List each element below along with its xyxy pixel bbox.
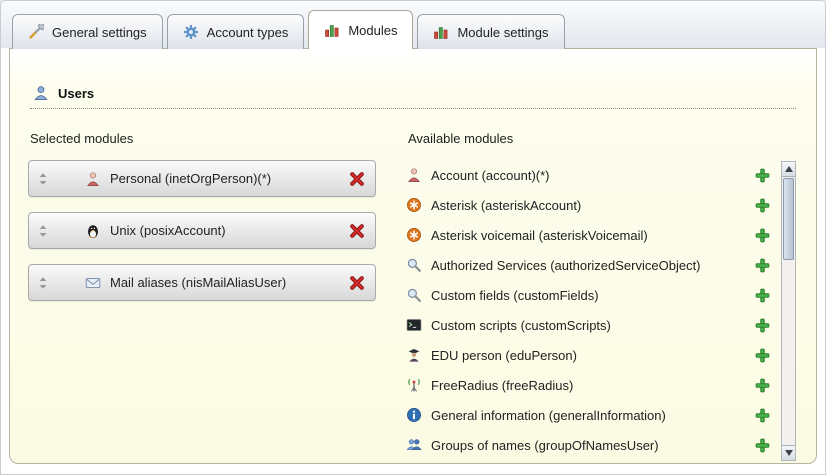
- edu-icon: [406, 347, 422, 363]
- remove-module-button[interactable]: [349, 275, 365, 291]
- selected-module-label: Mail aliases (nisMailAliasUser): [110, 275, 286, 290]
- available-modules-list: Account (account)(*) Asterisk (asteriskAc…: [406, 160, 770, 460]
- tab-account-types[interactable]: Account types: [167, 14, 305, 49]
- magnifier-icon: [406, 257, 422, 273]
- selected-modules-list: Personal (inetOrgPerson)(*) Unix (posixAc…: [28, 160, 390, 301]
- available-module-label: EDU person (eduPerson): [431, 348, 577, 363]
- chart-icon: [433, 24, 449, 40]
- scrollbar-thumb[interactable]: [783, 178, 794, 260]
- available-module-row: FreeRadius (freeRadius): [406, 370, 770, 400]
- available-module-label: Custom scripts (customScripts): [431, 318, 611, 333]
- available-module-row: Custom fields (customFields): [406, 280, 770, 310]
- tab-label: General settings: [52, 25, 147, 40]
- available-module-label: General information (generalInformation): [431, 408, 666, 423]
- add-module-button[interactable]: [755, 288, 770, 303]
- arrow-down-icon: [785, 450, 793, 456]
- section-title: Users: [58, 86, 94, 101]
- drag-handle-icon[interactable]: [37, 171, 49, 187]
- available-module-row: EDU person (eduPerson): [406, 340, 770, 370]
- asterisk-icon: [406, 197, 422, 213]
- tab-strip: General settings Account types Modules Modu…: [1, 1, 825, 48]
- add-module-button[interactable]: [755, 378, 770, 393]
- module-columns: Selected modules Personal (inetOrgPerson…: [10, 109, 816, 460]
- radio-icon: [406, 377, 422, 393]
- available-module-row: General information (generalInformation): [406, 400, 770, 430]
- add-module-button[interactable]: [755, 318, 770, 333]
- chart-icon: [324, 22, 340, 38]
- available-module-row: Custom scripts (customScripts): [406, 310, 770, 340]
- available-modules-scrollbar[interactable]: [781, 161, 796, 461]
- selected-module-row[interactable]: Personal (inetOrgPerson)(*): [28, 160, 376, 197]
- add-module-button[interactable]: [755, 348, 770, 363]
- wrench-icon: [28, 24, 44, 40]
- remove-module-button[interactable]: [349, 223, 365, 239]
- available-module-label: Account (account)(*): [431, 168, 550, 183]
- add-module-button[interactable]: [755, 438, 770, 453]
- user-icon: [33, 85, 49, 101]
- tab-label: Account types: [207, 25, 289, 40]
- available-modules-column: Available modules Account (account)(*) As…: [406, 131, 796, 460]
- lam-configuration-window: General settings Account types Modules Modu…: [0, 0, 826, 475]
- available-module-row: Authorized Services (authorizedServiceOb…: [406, 250, 770, 280]
- available-module-label: Authorized Services (authorizedServiceOb…: [431, 258, 701, 273]
- script-icon: [406, 317, 422, 333]
- available-module-label: Custom fields (customFields): [431, 288, 599, 303]
- selected-modules-column: Selected modules Personal (inetOrgPerson…: [28, 131, 390, 460]
- add-module-button[interactable]: [755, 228, 770, 243]
- drag-handle-icon[interactable]: [37, 223, 49, 239]
- selected-module-row[interactable]: Mail aliases (nisMailAliasUser): [28, 264, 376, 301]
- tab-modules[interactable]: Modules: [308, 10, 413, 49]
- gear-icon: [183, 24, 199, 40]
- tab-label: Modules: [348, 23, 397, 38]
- asterisk-icon: [406, 227, 422, 243]
- scroll-down-button[interactable]: [782, 445, 795, 460]
- available-modules-heading: Available modules: [408, 131, 796, 146]
- tab-general-settings[interactable]: General settings: [12, 14, 163, 49]
- arrow-up-icon: [785, 166, 793, 172]
- available-module-label: Asterisk voicemail (asteriskVoicemail): [431, 228, 648, 243]
- selected-modules-heading: Selected modules: [30, 131, 390, 146]
- available-module-row: Groups of names (groupOfNamesUser): [406, 430, 770, 460]
- tab-bar: General settings Account types Modules Modu…: [12, 10, 569, 48]
- scroll-up-button[interactable]: [782, 162, 795, 177]
- info-icon: [406, 407, 422, 423]
- selected-module-label: Unix (posixAccount): [110, 223, 226, 238]
- remove-module-button[interactable]: [349, 171, 365, 187]
- selected-module-label: Personal (inetOrgPerson)(*): [110, 171, 271, 186]
- selected-module-row[interactable]: Unix (posixAccount): [28, 212, 376, 249]
- person-icon: [406, 167, 422, 183]
- magnifier-icon: [406, 287, 422, 303]
- available-module-row: Account (account)(*): [406, 160, 770, 190]
- tab-label: Module settings: [457, 25, 548, 40]
- add-module-button[interactable]: [755, 168, 770, 183]
- add-module-button[interactable]: [755, 258, 770, 273]
- add-module-button[interactable]: [755, 408, 770, 423]
- tab-module-settings[interactable]: Module settings: [417, 14, 564, 49]
- available-module-row: Asterisk voicemail (asteriskVoicemail): [406, 220, 770, 250]
- penguin-icon: [85, 223, 101, 239]
- group-icon: [406, 437, 422, 453]
- drag-handle-icon[interactable]: [37, 275, 49, 291]
- person-icon: [85, 171, 101, 187]
- add-module-button[interactable]: [755, 198, 770, 213]
- available-module-label: FreeRadius (freeRadius): [431, 378, 573, 393]
- available-module-label: Asterisk (asteriskAccount): [431, 198, 581, 213]
- users-section-heading: Users: [30, 85, 796, 109]
- mail-icon: [85, 275, 101, 291]
- available-module-row: Asterisk (asteriskAccount): [406, 190, 770, 220]
- modules-panel: Users Selected modules Personal (inetOrg…: [9, 48, 817, 464]
- available-module-label: Groups of names (groupOfNamesUser): [431, 438, 659, 453]
